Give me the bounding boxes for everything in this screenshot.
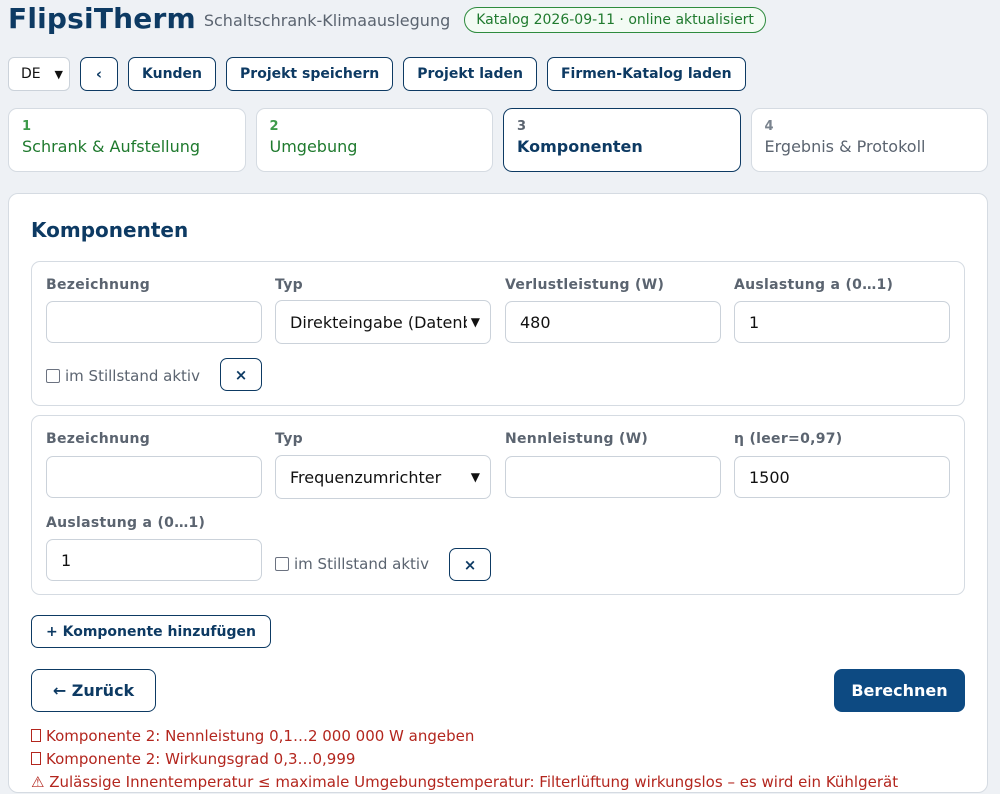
close-icon: × [463,555,477,574]
error-text: Komponente 2: Wirkungsgrad 0,3…0,999 [46,750,356,768]
standby-label: im Stillstand aktiv [294,555,429,573]
catalog-status-badge: Katalog 2026-09-11 · online aktualisiert [464,7,766,33]
remove-component-button[interactable]: × [220,358,262,391]
load-label: Auslastung a (0…1) [734,277,894,293]
warning-text: ⚠ Zulässige Innentemperatur ≤ maximale U… [31,773,899,791]
error-message: Komponente 2: Wirkungsgrad 0,3…0,999 [31,748,971,771]
error-icon [31,729,41,742]
wizard-steps: 1 Schrank & Aufstellung 2 Umgebung 3 Kom… [8,108,988,172]
close-icon: × [234,365,248,384]
validation-messages: Komponente 2: Nennleistung 0,1…2 000 000… [31,725,971,794]
efficiency-label: η (leer=0,97) [734,431,843,447]
load-catalog-button[interactable]: Firmen-Katalog laden [546,57,746,91]
app-name: FlipsiTherm [8,1,196,35]
type-select[interactable]: Frequenzumrichter ▼ [275,455,491,499]
warning-message: ⚠ Zulässige Innentemperatur ≤ maximale U… [31,771,971,794]
rated-power-input[interactable] [505,456,721,498]
type-select-value: Frequenzumrichter [290,467,442,487]
chevron-down-icon: ▼ [470,470,480,484]
power-loss-label: Verlustleistung (W) [505,277,665,293]
back-nav-button[interactable]: ‹ [80,57,118,91]
chevron-down-icon: ▼ [54,67,63,81]
step-number: 1 [22,119,32,134]
calculate-button[interactable]: Berechnen [834,669,965,712]
chevron-down-icon: ▼ [470,315,480,329]
standby-checkbox-wrap: im Stillstand aktiv [275,555,429,573]
step-label: Umgebung [269,137,358,156]
standby-checkbox[interactable] [46,369,60,383]
step-label: Schrank & Aufstellung [22,137,201,156]
type-select-value: Direkteingabe (Datenblatt) [290,312,467,332]
power-loss-input[interactable] [505,301,721,343]
component-row: Bezeichnung Typ Frequenzumrichter ▼ Nenn… [31,415,965,595]
step-label: Komponenten [517,137,643,156]
remove-component-button[interactable]: × [449,548,491,581]
add-component-button[interactable]: + Komponente hinzufügen [31,615,271,648]
app-header: FlipsiTherm Schaltschrank-Klimaauslegung… [8,0,766,36]
standby-checkbox[interactable] [275,557,289,571]
type-label: Typ [275,431,303,447]
error-message: Komponente 2: Nennleistung 0,1…2 000 000… [31,725,971,748]
name-input[interactable] [46,456,262,498]
name-label: Bezeichnung [46,431,151,447]
standby-checkbox-wrap: im Stillstand aktiv [46,367,200,385]
type-label: Typ [275,277,303,293]
step-number: 3 [517,119,527,134]
load-input[interactable] [734,301,950,343]
step-number: 4 [764,119,774,134]
standby-label: im Stillstand aktiv [65,367,200,385]
customers-button[interactable]: Kunden [128,57,217,91]
back-button[interactable]: ← Zurück [31,669,156,712]
save-project-button[interactable]: Projekt speichern [226,57,394,91]
error-text: Komponente 2: Nennleistung 0,1…2 000 000… [46,727,475,745]
components-card: Komponenten Bezeichnung Typ Direkteingab… [8,193,988,793]
load-input[interactable] [46,539,262,581]
step-result[interactable]: 4 Ergebnis & Protokoll [750,108,988,172]
toolbar: DE ▼ ‹ Kunden Projekt speichern Projekt … [8,57,746,91]
language-select[interactable]: DE ▼ [8,57,70,91]
language-value: DE [21,66,41,82]
rated-power-label: Nennleistung (W) [505,431,649,447]
component-row: Bezeichnung Typ Direkteingabe (Datenblat… [31,261,965,406]
load-project-button[interactable]: Projekt laden [403,57,537,91]
app-subtitle: Schaltschrank-Klimaauslegung [203,10,451,30]
step-environment[interactable]: 2 Umgebung [255,108,493,172]
chevron-left-icon: ‹ [95,65,103,83]
load-label: Auslastung a (0…1) [46,515,206,531]
step-components[interactable]: 3 Komponenten [503,108,741,172]
type-select[interactable]: Direkteingabe (Datenblatt) ▼ [275,300,491,344]
step-cabinet[interactable]: 1 Schrank & Aufstellung [8,108,246,172]
name-input[interactable] [46,301,262,343]
step-number: 2 [269,119,279,134]
efficiency-input[interactable] [734,456,950,498]
error-icon [31,752,41,765]
name-label: Bezeichnung [46,277,151,293]
section-title: Komponenten [31,218,189,242]
step-label: Ergebnis & Protokoll [764,137,926,156]
